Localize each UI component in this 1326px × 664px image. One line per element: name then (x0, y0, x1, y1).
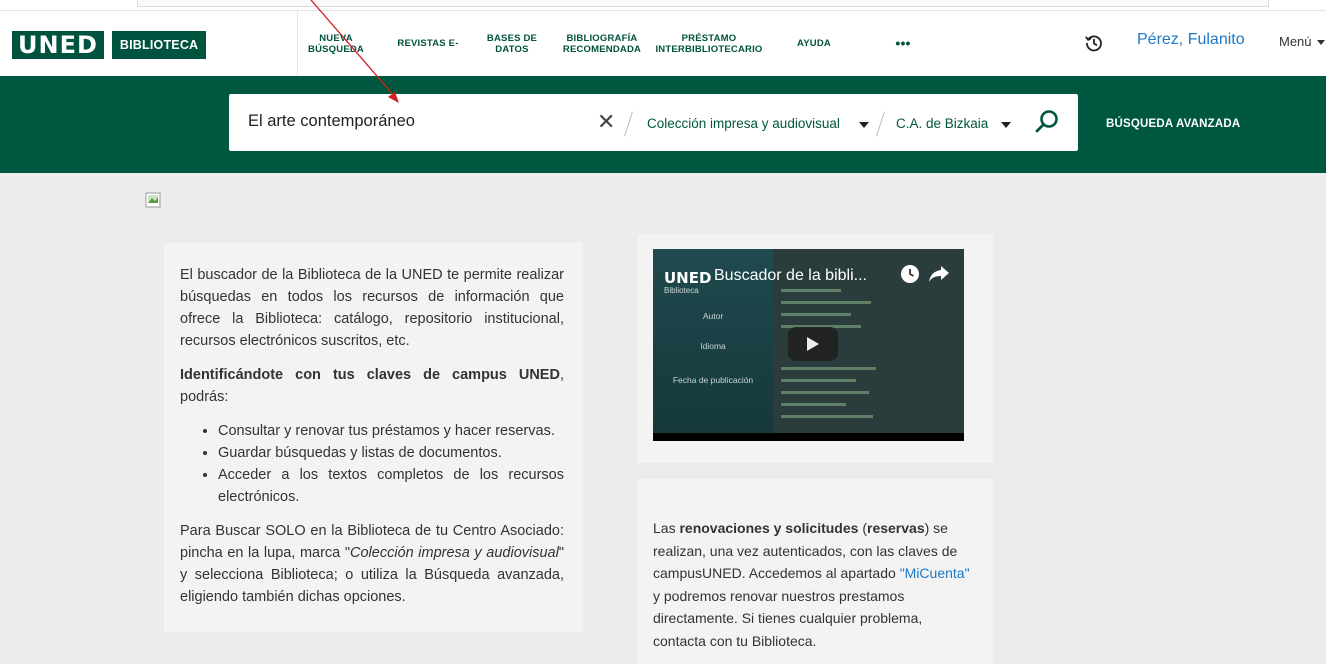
watch-later-icon[interactable] (899, 263, 921, 285)
note-bold: reservas (867, 520, 925, 536)
info-paragraph: Identificándote con tus claves de campus… (180, 364, 564, 408)
site-header: UNED BIBLIOTECA NUEVA BÚSQUEDA REVISTAS E… (0, 10, 1326, 76)
scope-dropdown[interactable]: Colección impresa y audiovisual (647, 116, 869, 131)
top-strip (0, 0, 1326, 10)
play-button[interactable] (788, 327, 838, 361)
chevron-down-icon (859, 122, 869, 128)
note-bold: renovaciones y solicitudes (679, 520, 859, 536)
user-name-link[interactable]: Pérez, Fulanito (1137, 31, 1245, 49)
video-channel-sub: Biblioteca (664, 286, 699, 295)
divider (876, 111, 885, 137)
nav-bases-de-datos[interactable]: BASES DE DATOS (483, 11, 541, 76)
video-field: Autor (702, 311, 724, 321)
video-row (781, 379, 856, 382)
video-row (781, 403, 846, 406)
nav-more-button[interactable]: ••• (885, 11, 921, 76)
note-text-span: y podremos renovar nuestros prestamos di… (653, 587, 923, 649)
menu-label: Menú (1279, 34, 1312, 49)
video-field: Fecha de publicación (672, 375, 754, 385)
video-row (781, 415, 873, 418)
scope-selected: Colección impresa y audiovisual (647, 116, 840, 131)
search-input[interactable]: El arte contemporáneo (248, 112, 415, 131)
share-icon[interactable] (928, 264, 950, 284)
info-bold: Identificándote con tus claves de campus… (180, 367, 560, 383)
divider (624, 111, 633, 137)
nav-label: INTERBIBLIOTECARIO (655, 43, 763, 55)
renewals-card: Las renovaciones y solicitudes (reservas… (637, 479, 993, 664)
clear-search-button[interactable]: ✕ (597, 108, 615, 136)
nav-label: REVISTAS E- (397, 38, 459, 49)
advanced-search-link[interactable]: BÚSQUEDA AVANZADA (1106, 118, 1240, 130)
video-channel-logo: UNED (664, 269, 712, 287)
play-icon (807, 337, 819, 351)
note-text-span: Las (653, 520, 680, 536)
logo-biblioteca: BIBLIOTECA (111, 31, 207, 59)
list-item: Acceder a los textos completos de los re… (218, 464, 564, 508)
browser-bar-remnant (137, 0, 1269, 7)
renewals-text: Las renovaciones y solicitudes (reservas… (653, 517, 978, 652)
info-card: El buscador de la Biblioteca de la UNED … (164, 243, 583, 632)
history-icon[interactable] (1084, 33, 1104, 53)
video-player[interactable]: Autor Idioma Fecha de publicación UNED B… (653, 249, 964, 441)
uned-biblioteca-logo[interactable]: UNED BIBLIOTECA (12, 31, 207, 59)
video-row (781, 391, 869, 394)
logo-uned: UNED (12, 31, 104, 59)
info-text: El buscador de la Biblioteca de la UNED … (180, 264, 564, 620)
video-card: Autor Idioma Fecha de publicación UNED B… (637, 234, 993, 463)
video-row (781, 367, 876, 370)
info-bullet-list: Consultar y renovar tus préstamos y hace… (180, 420, 564, 508)
info-paragraph: El buscador de la Biblioteca de la UNED … (180, 267, 564, 349)
nav-prestamo-interbibliotecario[interactable]: PRÉSTAMO INTERBIBLIOTECARIO (652, 11, 766, 76)
nav-label: BIBLIOGRAFÍA (566, 32, 638, 44)
video-row (781, 301, 871, 304)
nav-label: DATOS (495, 43, 529, 55)
broken-image-icon (145, 192, 161, 208)
video-field: Idioma (700, 341, 726, 351)
info-italic: Colección impresa y audiovisual (350, 545, 559, 561)
nav-label: RECOMENDADA (562, 43, 642, 55)
nav-label: NUEVA (319, 32, 353, 44)
nav-label: AYUDA (797, 38, 831, 49)
nav-label: BASES DE (486, 32, 538, 44)
search-icon[interactable] (1034, 109, 1060, 135)
video-row (781, 313, 851, 316)
info-paragraph: Para Buscar SOLO en la Biblioteca de tu … (180, 520, 564, 608)
nav-label: PRÉSTAMO (681, 32, 737, 44)
nav-ayuda[interactable]: AYUDA (788, 11, 840, 76)
list-item: Guardar búsquedas y listas de documentos… (218, 442, 564, 464)
search-box: El arte contemporáneo ✕ Colección impres… (229, 94, 1078, 151)
nav-divider (297, 11, 298, 76)
chevron-down-icon (1316, 40, 1325, 46)
library-selected: C.A. de Bizkaia (896, 116, 989, 131)
nav-revistas-e[interactable]: REVISTAS E- (390, 11, 466, 76)
video-bottom-bar (653, 433, 964, 441)
note-text-span: ( (858, 520, 867, 536)
list-item: Consultar y renovar tus préstamos y hace… (218, 420, 564, 442)
nav-bibliografia-recomendada[interactable]: BIBLIOGRAFÍA RECOMENDADA (560, 11, 644, 76)
nav-nueva-busqueda[interactable]: NUEVA BÚSQUEDA (302, 11, 370, 76)
menu-button[interactable]: Menú (1279, 34, 1325, 49)
library-dropdown[interactable]: C.A. de Bizkaia (896, 116, 1011, 131)
video-title[interactable]: Buscador de la bibli... (714, 267, 867, 285)
micuenta-link[interactable]: "MiCuenta" (900, 565, 970, 581)
nav-label: BÚSQUEDA (308, 43, 364, 55)
video-row (781, 289, 841, 292)
chevron-down-icon (1001, 122, 1011, 128)
